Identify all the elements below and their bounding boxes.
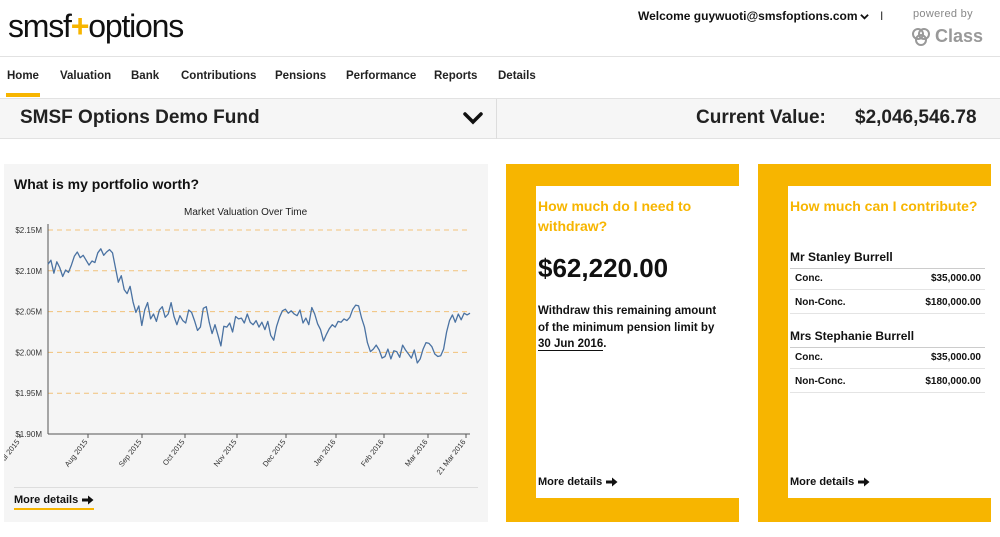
- contribution-value: $35,000.00: [930, 352, 981, 363]
- x-tick-label: 01 Jul 2015: [4, 438, 22, 474]
- smsf-options-logo[interactable]: smsf+options: [8, 8, 184, 45]
- fund-bar-divider: [496, 99, 497, 139]
- header-separator: I: [880, 9, 884, 23]
- tab-contributions[interactable]: Contributions: [181, 70, 256, 82]
- tab-details[interactable]: Details: [498, 70, 536, 82]
- x-tick-label: Feb 2016: [359, 438, 386, 469]
- contribute-card-inner: How much can I contribute? Mr Stanley Bu…: [788, 186, 991, 498]
- person-name: Mr Stanley Burrell: [790, 250, 893, 264]
- contribution-value: $180,000.00: [925, 376, 981, 387]
- contribute-more-label: More details: [790, 476, 855, 488]
- portfolio-more-label: More details: [14, 494, 79, 506]
- arrow-right-icon: [858, 477, 870, 487]
- tab-home[interactable]: Home: [6, 70, 40, 97]
- withdraw-text-before: Withdraw this remaining amount of the mi…: [538, 305, 717, 334]
- x-tick-label: 21 Mar 2016: [435, 438, 468, 477]
- portfolio-divider: [14, 487, 478, 488]
- contribution-value: $180,000.00: [925, 297, 981, 308]
- class-logo-icon: [912, 27, 930, 46]
- portfolio-card: What is my portfolio worth? Market Valua…: [4, 164, 488, 522]
- contribute-card: How much can I contribute? Mr Stanley Bu…: [758, 164, 991, 522]
- withdraw-amount: $62,220.00: [538, 253, 669, 283]
- withdraw-question: How much do I need to withdraw?: [538, 198, 692, 234]
- y-tick-label: $2.00M: [15, 348, 42, 357]
- person-name: Mrs Stephanie Burrell: [790, 329, 915, 343]
- class-brand-text: Class: [935, 26, 984, 46]
- arrow-right-icon: [82, 495, 94, 505]
- arrow-right-icon: [606, 477, 618, 487]
- current-value-label: Current Value:: [696, 107, 826, 128]
- contribution-label: Conc.: [795, 273, 823, 284]
- chevron-down-icon: [859, 13, 869, 20]
- powered-by-text: powered by: [913, 8, 973, 20]
- withdraw-card: How much do I need to withdraw? $62,220.…: [506, 164, 739, 522]
- contribution-row: Non-Conc. $180,000.00: [790, 292, 985, 314]
- contribution-row: Non-Conc. $180,000.00: [790, 371, 985, 393]
- current-value: $2,046,546.78: [855, 107, 977, 128]
- tab-pensions[interactable]: Pensions: [275, 70, 326, 82]
- main-nav: Home Valuation Bank Contributions Pensio…: [0, 57, 1000, 99]
- y-tick-label: $1.95M: [15, 389, 42, 398]
- contribution-label: Non-Conc.: [795, 376, 846, 387]
- fund-bar: SMSF Options Demo Fund Current Value: $2…: [0, 99, 1000, 139]
- x-tick-label: Nov 2015: [212, 438, 239, 469]
- x-tick-label: Sep 2015: [117, 438, 144, 469]
- logo-plus: +: [70, 8, 90, 44]
- y-tick-label: $2.15M: [15, 226, 42, 235]
- y-tick-label: $1.90M: [15, 430, 42, 439]
- logo-right: options: [88, 8, 184, 44]
- contribution-label: Non-Conc.: [795, 297, 846, 308]
- welcome-text: Welcome guywuoti@smsfoptions.com: [638, 9, 858, 23]
- dashboard: What is my portfolio worth? Market Valua…: [0, 139, 1000, 537]
- x-tick-label: Jan 2016: [311, 438, 337, 468]
- y-tick-label: $2.10M: [15, 267, 42, 276]
- withdraw-more-details-link[interactable]: More details: [538, 476, 618, 488]
- withdraw-date: 30 Jun 2016: [538, 338, 604, 351]
- x-tick-label: Aug 2015: [63, 438, 90, 469]
- market-valuation-chart: $2.15M $2.10M $2.05M $2.00M $1.95M $1.90M01 J…: [4, 224, 471, 477]
- fund-selector-chevron-icon[interactable]: [463, 111, 483, 125]
- series-line: [47, 248, 471, 364]
- x-tick-label: Oct 2015: [161, 438, 187, 468]
- fund-name: SMSF Options Demo Fund: [20, 107, 260, 128]
- x-tick-label: Mar 2016: [403, 438, 430, 469]
- header: smsf+options Welcome guywuoti@smsfoption…: [0, 0, 1000, 57]
- withdraw-card-inner: How much do I need to withdraw? $62,220.…: [536, 186, 739, 498]
- contribution-row: Conc. $35,000.00: [790, 268, 985, 290]
- portfolio-more-details-link[interactable]: More details: [14, 494, 95, 510]
- withdraw-description: Withdraw this remaining amount of the mi…: [538, 303, 728, 353]
- class-logo[interactable]: Class: [910, 26, 983, 47]
- y-tick-label: $2.05M: [15, 308, 42, 317]
- tab-reports[interactable]: Reports: [434, 70, 477, 82]
- contribute-question: How much can I contribute?: [790, 198, 978, 214]
- tab-bank[interactable]: Bank: [131, 70, 159, 82]
- withdraw-more-label: More details: [538, 476, 603, 488]
- tab-performance[interactable]: Performance: [346, 70, 416, 82]
- welcome-user-menu[interactable]: Welcome guywuoti@smsfoptions.com: [638, 9, 869, 23]
- x-tick-label: Dec 2015: [261, 438, 288, 469]
- contribution-row: Conc. $35,000.00: [790, 347, 985, 369]
- logo-left: smsf: [8, 8, 72, 44]
- contribute-more-details-link[interactable]: More details: [790, 476, 870, 488]
- tab-valuation[interactable]: Valuation: [60, 70, 111, 82]
- withdraw-text-after: .: [603, 338, 607, 350]
- contribution-label: Conc.: [795, 352, 823, 363]
- contribution-value: $35,000.00: [930, 273, 981, 284]
